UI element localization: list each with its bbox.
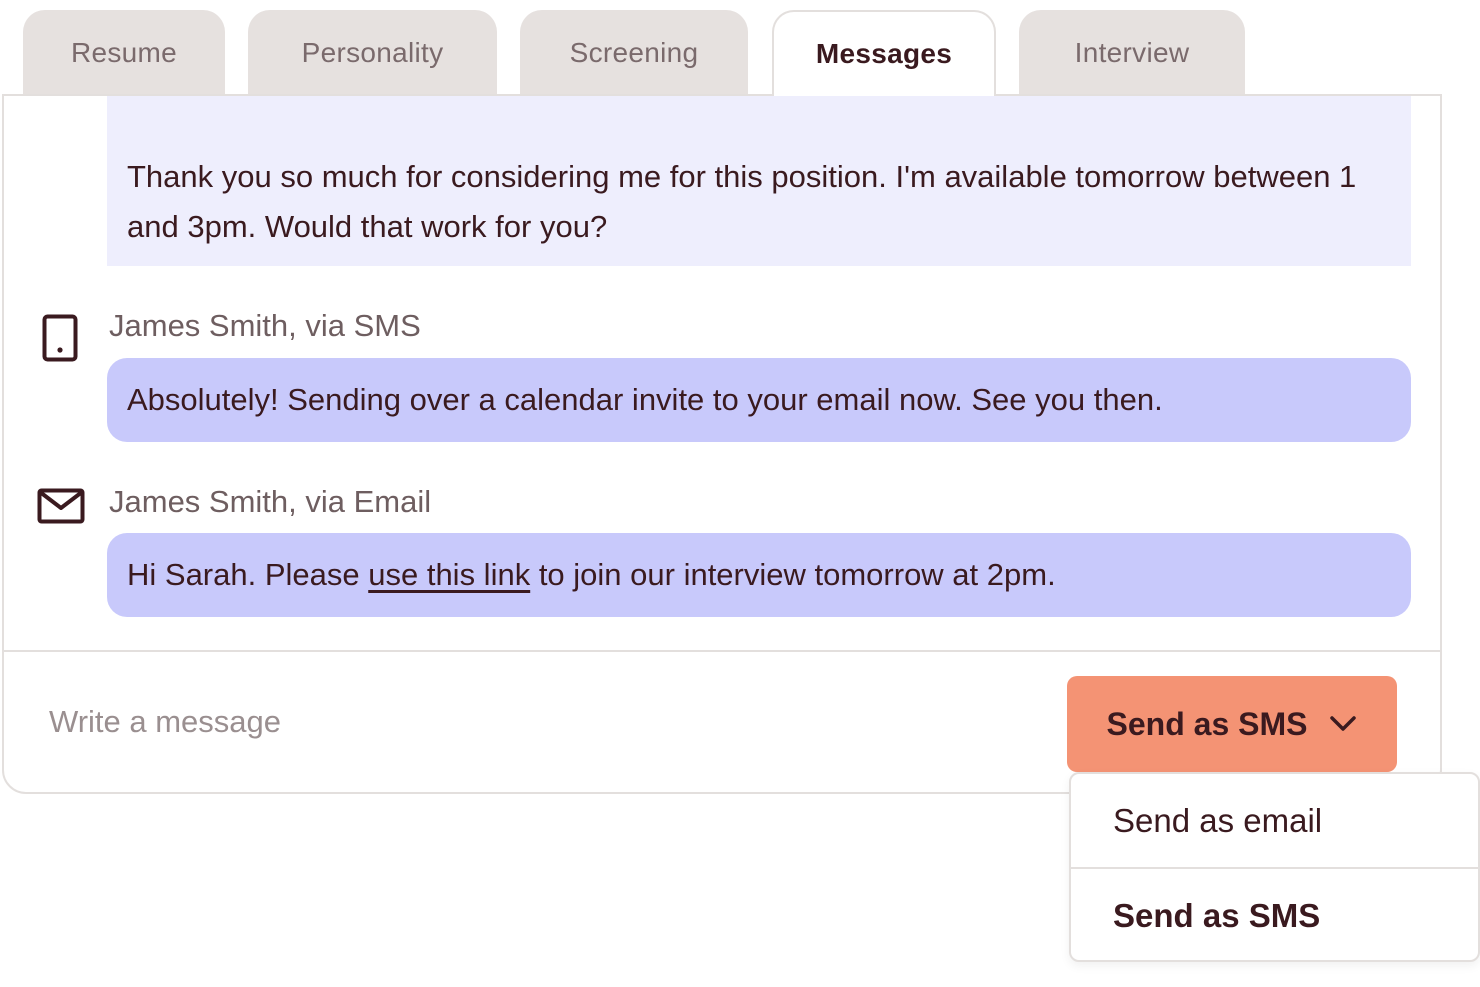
tab-messages[interactable]: Messages	[772, 10, 996, 96]
chevron-down-icon	[1329, 715, 1357, 733]
messages-screen: Resume Personality Screening Messages In…	[0, 0, 1480, 987]
tab-screening[interactable]: Screening	[520, 10, 748, 96]
message-text: Thank you so much for considering me for…	[127, 159, 1357, 244]
message-text: Absolutely! Sending over a calendar invi…	[127, 382, 1163, 417]
send-button[interactable]: Send as SMS	[1067, 676, 1397, 772]
composer-divider	[4, 650, 1440, 652]
tab-resume[interactable]: Resume	[23, 10, 225, 96]
message-input[interactable]	[49, 704, 949, 740]
message-sender: James Smith, via SMS	[109, 308, 421, 343]
message-text-end: to join our interview tomorrow at 2pm.	[530, 557, 1056, 592]
message-text: Hi Sarah. Please use this link to join o…	[127, 550, 1056, 600]
join-interview-link[interactable]: use this link	[368, 557, 530, 592]
mail-icon	[37, 488, 85, 529]
phone-icon	[42, 314, 78, 367]
message-sender: James Smith, via Email	[109, 484, 432, 519]
message-bubble: Absolutely! Sending over a calendar invi…	[107, 358, 1411, 442]
send-option-email[interactable]: Send as email	[1071, 774, 1478, 868]
message-text-start: Hi Sarah. Please	[127, 557, 369, 592]
message-bubble: Hi Sarah. Please use this link to join o…	[107, 533, 1411, 617]
tab-interview[interactable]: Interview	[1019, 10, 1245, 96]
send-options-menu: Send as email Send as SMS	[1069, 772, 1480, 962]
send-button-label: Send as SMS	[1106, 705, 1308, 742]
tab-personality[interactable]: Personality	[248, 10, 497, 96]
message-bubble: Thank you so much for considering me for…	[107, 96, 1411, 266]
send-option-sms[interactable]: Send as SMS	[1071, 869, 1478, 960]
